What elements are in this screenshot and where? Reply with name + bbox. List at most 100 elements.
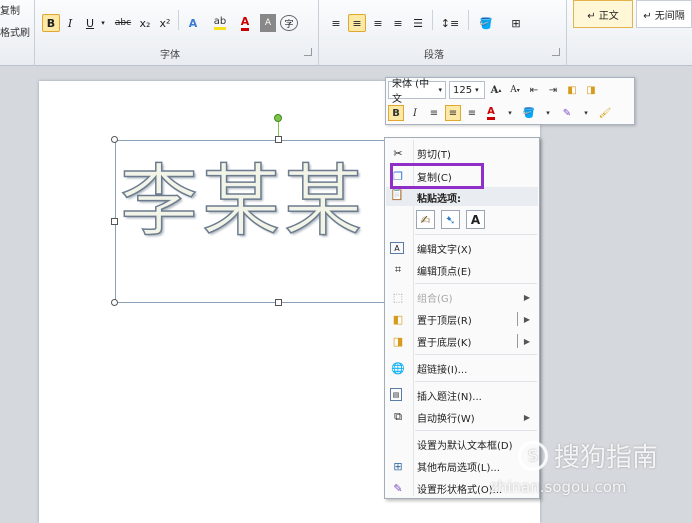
align-center-icon[interactable]: ≡ xyxy=(348,14,366,32)
paragraph-group-label: 段落 xyxy=(424,50,444,61)
align-right-icon[interactable]: ≡ xyxy=(370,14,386,32)
menu-separator xyxy=(415,354,537,355)
split-divider xyxy=(517,312,518,326)
send-to-back-icon: ◨ xyxy=(392,334,404,348)
paragraph-dialog-launcher-icon[interactable] xyxy=(552,48,560,56)
mini-align-left-icon[interactable]: ≡ xyxy=(426,105,442,121)
underline-button[interactable]: U xyxy=(82,14,98,32)
decrease-indent-icon[interactable]: ⇤ xyxy=(526,82,542,98)
underline-dropdown-icon[interactable]: ▾ xyxy=(98,14,108,32)
grow-font-icon[interactable]: A ▴ xyxy=(488,82,504,98)
shrink-font-icon[interactable]: A ▾ xyxy=(507,82,523,98)
mini-fill-color-icon[interactable]: 🪣 xyxy=(521,105,537,121)
wrap-text-icon: ⧉ xyxy=(394,410,402,423)
mini-italic-button[interactable]: I xyxy=(407,105,423,121)
strikethrough-button[interactable]: abc xyxy=(112,14,134,32)
group-divider xyxy=(318,0,319,66)
separator xyxy=(468,10,469,30)
line-spacing-icon[interactable]: ↕≡ xyxy=(438,14,462,32)
highlight-color-icon[interactable]: ab xyxy=(210,14,230,32)
format-painter-button[interactable]: 格式刷 xyxy=(0,24,30,39)
justify-icon[interactable]: ≡ xyxy=(390,14,406,32)
menu-item-group[interactable]: ⬚ 组合(G) ▶ xyxy=(386,286,538,308)
subscript-button[interactable]: x₂ xyxy=(136,14,154,32)
menu-item-send-to-back[interactable]: ◨ 置于底层(K) ▶ xyxy=(386,330,538,352)
dropdown-icon[interactable]: ▾ xyxy=(502,105,518,121)
mini-format-painter-icon[interactable]: 🖌 xyxy=(597,105,613,121)
menu-item-insert-caption[interactable]: ▤ 插入题注(N)... xyxy=(386,384,538,406)
shading-icon[interactable]: 🪣 xyxy=(474,14,498,32)
copy-highlight-annotation xyxy=(390,163,484,189)
mini-align-right-icon[interactable]: ≡ xyxy=(464,105,480,121)
bold-button[interactable]: B xyxy=(42,14,60,32)
italic-button[interactable]: I xyxy=(62,14,78,32)
resize-handle-bottom-left[interactable] xyxy=(111,299,118,306)
menu-separator xyxy=(415,283,537,284)
menu-item-label: 编辑顶点(E) xyxy=(417,266,472,278)
align-left-icon[interactable]: ≡ xyxy=(328,14,344,32)
paste-text-only-icon[interactable]: A xyxy=(466,210,485,229)
font-name-field[interactable]: 宋体 (中文 ▾ xyxy=(388,79,446,105)
paste-keep-format-icon[interactable]: ✍ xyxy=(416,210,435,229)
copy-button[interactable]: 复制 xyxy=(0,2,20,17)
char-shading-icon[interactable]: A xyxy=(260,14,276,32)
resize-handle-left[interactable] xyxy=(111,218,118,225)
menu-item-edit-points[interactable]: ⌗ 编辑顶点(E) xyxy=(386,259,538,281)
watermark-brand: S 搜狗指南 xyxy=(518,437,658,474)
font-dialog-launcher-icon[interactable] xyxy=(304,48,312,56)
paste-options-header: 📋 粘贴选项: xyxy=(386,187,538,206)
font-color-icon[interactable]: A xyxy=(236,14,254,32)
menu-item-more-layout-options[interactable]: ⊞ 其他布局选项(L)... xyxy=(386,455,538,477)
menu-item-label: 置于顶层(R) xyxy=(417,315,472,327)
group-divider xyxy=(566,0,567,66)
mini-align-center-icon[interactable]: ≡ xyxy=(445,105,461,121)
menu-item-wrap-text[interactable]: ⧉ 自动换行(W) ▶ xyxy=(386,406,538,428)
dropdown-icon[interactable]: ▾ xyxy=(578,105,594,121)
paste-options-label: 粘贴选项: xyxy=(417,194,461,205)
menu-item-edit-text[interactable]: A 编辑文字(X) xyxy=(386,237,538,259)
superscript-button[interactable]: x² xyxy=(156,14,174,32)
wordart-text[interactable]: 李某某 xyxy=(120,152,390,252)
menu-separator xyxy=(415,430,537,431)
watermark-brand-text: 搜狗指南 xyxy=(554,443,659,473)
dropdown-icon[interactable]: ▾ xyxy=(540,105,556,121)
text-effects-icon[interactable]: A xyxy=(184,14,202,32)
increase-indent-icon[interactable]: ⇥ xyxy=(545,82,561,98)
menu-item-bring-to-front[interactable]: ◧ 置于顶层(R) ▶ xyxy=(386,308,538,330)
menu-item-label: 自动换行(W) xyxy=(417,413,475,425)
paste-icon: 📋 xyxy=(390,188,404,201)
rotation-handle[interactable] xyxy=(274,114,282,122)
menu-item-label: 剪切(T) xyxy=(417,149,451,161)
menu-item-label: 编辑文字(X) xyxy=(417,244,472,256)
menu-item-cut[interactable]: ✂ 剪切(T) xyxy=(386,142,538,164)
group-icon: ⬚ xyxy=(392,290,404,304)
context-menu: ✂ 剪切(T) ❐ 复制(C) 📋 粘贴选项: ✍ ➷ A A 编辑文字(X) … xyxy=(384,137,540,499)
font-size-value: 125 xyxy=(453,84,473,96)
submenu-arrow-icon: ▶ xyxy=(523,412,530,422)
menu-item-label: 组合(G) xyxy=(417,293,453,305)
paste-merge-format-icon[interactable]: ➷ xyxy=(441,210,460,229)
submenu-arrow-icon[interactable]: ▶ xyxy=(524,337,530,346)
resize-handle-bottom[interactable] xyxy=(275,299,282,306)
menu-item-set-default-textbox[interactable]: 设置为默认文本框(D) xyxy=(386,433,538,455)
separator xyxy=(432,10,433,30)
mini-font-color-icon[interactable]: A xyxy=(483,105,499,121)
submenu-arrow-icon[interactable]: ▶ xyxy=(524,315,530,324)
resize-handle-top-left[interactable] xyxy=(111,136,118,143)
bring-forward-icon[interactable]: ◧ xyxy=(564,82,580,98)
caption-icon: ▤ xyxy=(390,388,402,401)
menu-item-hyperlink[interactable]: 🌐 超链接(I)... xyxy=(386,357,538,379)
distribute-icon[interactable]: ☰ xyxy=(410,14,426,32)
menu-separator xyxy=(415,234,537,235)
borders-icon[interactable]: ⊞ xyxy=(504,14,528,32)
style-normal[interactable]: ↵ 正文 xyxy=(573,0,633,28)
separator xyxy=(178,10,179,30)
send-backward-icon[interactable]: ◨ xyxy=(583,82,599,98)
font-size-field[interactable]: 125 ▾ xyxy=(449,81,485,99)
mini-outline-color-icon[interactable]: ✎ xyxy=(559,105,575,121)
resize-handle-top[interactable] xyxy=(275,136,282,143)
enclose-char-icon[interactable]: 字 xyxy=(280,15,298,31)
style-no-spacing[interactable]: ↵ 无间隔 xyxy=(636,0,692,28)
mini-bold-button[interactable]: B xyxy=(388,105,404,121)
hyperlink-globe-icon: 🌐 xyxy=(391,361,405,375)
